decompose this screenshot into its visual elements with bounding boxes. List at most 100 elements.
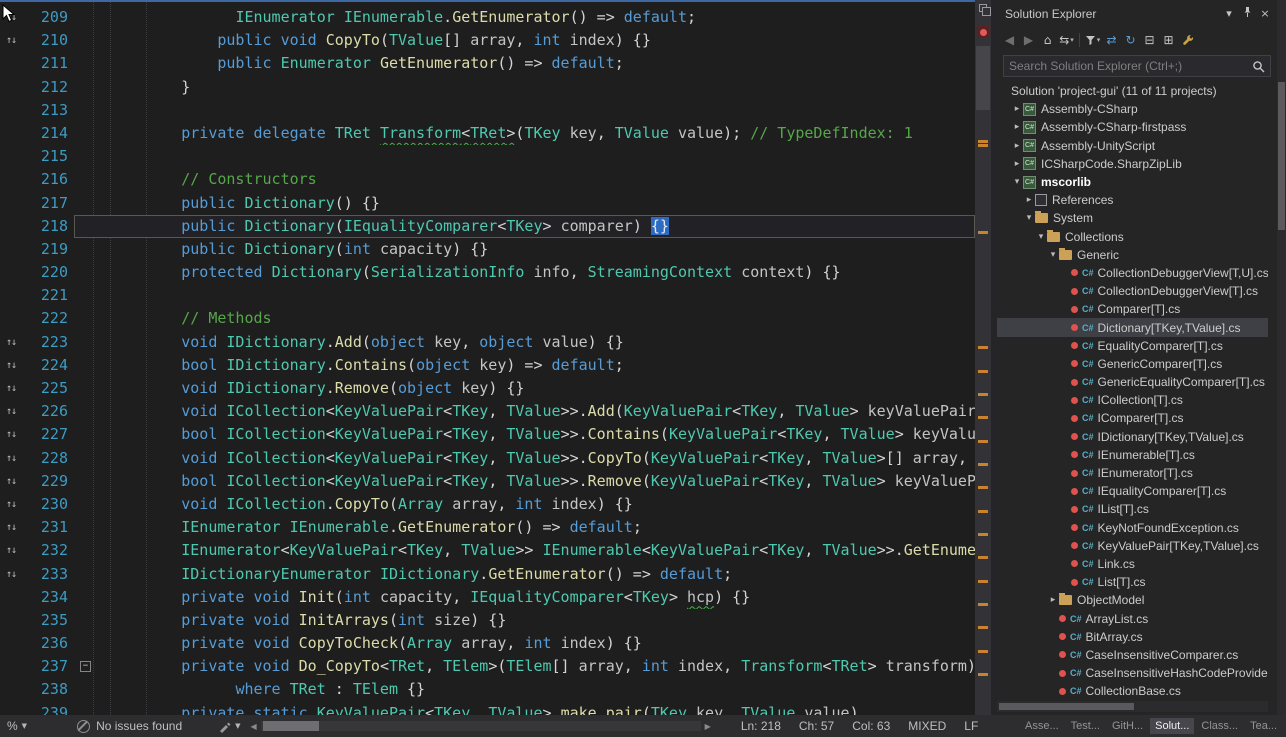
search-box[interactable]: Search Solution Explorer (Ctrl+;) [1003, 55, 1271, 77]
hscroll-left-arrow[interactable]: ◀ [251, 722, 257, 731]
line-number[interactable]: 229 [22, 470, 74, 493]
line-number[interactable]: 239 [22, 702, 74, 715]
panel-tab-solut[interactable]: Solut... [1150, 718, 1194, 734]
code-editor[interactable]: ↑↓209 IEnumerator IEnumerable.GetEnumera… [0, 0, 975, 715]
tree-item[interactable]: ▸ObjectModel [997, 591, 1268, 609]
tree-item[interactable]: C#IEnumerator[T].cs [997, 464, 1268, 482]
tree-item[interactable]: C#CollectionBase.cs [997, 682, 1268, 700]
line-number[interactable]: 231 [22, 516, 74, 539]
panel-tab-gith[interactable]: GitH... [1107, 718, 1148, 734]
code-line[interactable]: ↑↓225 void IDictionary.Remove(object key… [0, 377, 975, 400]
line-number[interactable]: 224 [22, 354, 74, 377]
line-number[interactable]: 227 [22, 423, 74, 446]
char-indicator[interactable]: Ch: 57 [799, 719, 834, 733]
properties-button-icon[interactable] [1178, 30, 1197, 50]
panel-tab-asse[interactable]: Asse... [1020, 718, 1064, 734]
code-line[interactable]: 236 private void CopyToCheck(Array array… [0, 632, 975, 655]
line-indicator[interactable]: Ln: 218 [741, 719, 781, 733]
tree-item[interactable]: C#EqualityComparer[T].cs [997, 337, 1268, 355]
panel-tab-class[interactable]: Class... [1196, 718, 1243, 734]
code-line[interactable]: 221 [0, 284, 975, 307]
panel-tab-tea[interactable]: Tea... [1245, 718, 1282, 734]
line-number[interactable]: 226 [22, 400, 74, 423]
code-line[interactable]: 220 protected Dictionary(SerializationIn… [0, 261, 975, 284]
code-line[interactable]: ↑↓230 void ICollection.CopyTo(Array arra… [0, 493, 975, 516]
hscroll-thumb[interactable] [263, 721, 319, 731]
se-scrollbar-vertical-thumb[interactable] [1278, 82, 1285, 230]
implements-interface-glyph-icon[interactable]: ↑↓ [0, 563, 22, 586]
code-line[interactable]: ↑↓232 IEnumerator<KeyValuePair<TKey, TVa… [0, 539, 975, 562]
implements-interface-glyph-icon[interactable]: ↑↓ [0, 331, 22, 354]
tree-item[interactable]: C#GenericEqualityComparer[T].cs [997, 373, 1268, 391]
collapse-all-button-icon[interactable]: ⊟ [1140, 30, 1159, 50]
tree-item[interactable]: C#CaseInsensitiveHashCodeProvider.cs [997, 664, 1268, 682]
fold-margin[interactable]: − [74, 655, 100, 678]
implements-interface-glyph-icon[interactable]: ↑↓ [0, 516, 22, 539]
code-line[interactable]: 213 [0, 99, 975, 122]
code-line[interactable]: 217 public Dictionary() {} [0, 192, 975, 215]
editor-scrollbar-thumb[interactable] [976, 46, 990, 110]
sync-with-active-document-button-icon[interactable]: ⇄ [1102, 30, 1121, 50]
code-line[interactable]: ↑↓231 IEnumerator IEnumerable.GetEnumera… [0, 516, 975, 539]
tree-item[interactable]: ▾System [997, 209, 1268, 227]
tree-item[interactable]: C#Link.cs [997, 555, 1268, 573]
hscroll-right-arrow[interactable]: ▶ [705, 722, 711, 731]
tree-item[interactable]: ▸C#Assembly-UnityScript [997, 137, 1268, 155]
line-number[interactable]: 209 [22, 6, 74, 29]
code-line[interactable]: 219 public Dictionary(int capacity) {} [0, 238, 975, 261]
encoding-indicator[interactable]: MIXED [908, 719, 946, 733]
line-number[interactable]: 213 [22, 99, 74, 122]
tree-item[interactable]: C#List[T].cs [997, 573, 1268, 591]
code-line[interactable]: ↑↓224 bool IDictionary.Contains(object k… [0, 354, 975, 377]
fold-collapse-button[interactable]: − [80, 661, 91, 672]
tree-item[interactable]: Solution 'project-gui' (11 of 11 project… [997, 82, 1268, 100]
nav-back-button-icon[interactable]: ◀ [1000, 30, 1019, 50]
tree-item[interactable]: ▸C#Assembly-CSharp [997, 100, 1268, 118]
code-line[interactable]: ↑↓210 public void CopyTo(TValue[] array,… [0, 29, 975, 52]
line-number[interactable]: 235 [22, 609, 74, 632]
tree-item[interactable]: C#IList[T].cs [997, 500, 1268, 518]
line-number[interactable]: 222 [22, 307, 74, 330]
expanded-arrow-icon[interactable]: ▾ [1011, 177, 1023, 187]
no-issues-icon[interactable] [77, 720, 90, 733]
tree-item[interactable]: C#Dictionary[TKey,TValue].cs [997, 318, 1268, 336]
line-number[interactable]: 216 [22, 168, 74, 191]
hscroll-track[interactable] [261, 721, 701, 731]
line-number[interactable]: 225 [22, 377, 74, 400]
tree-item[interactable]: C#IEqualityComparer[T].cs [997, 482, 1268, 500]
code-line[interactable]: 238 where TRet : TElem {} [0, 678, 975, 701]
column-indicator[interactable]: Col: 63 [852, 719, 890, 733]
line-number[interactable]: 217 [22, 192, 74, 215]
line-number[interactable]: 232 [22, 539, 74, 562]
code-line[interactable]: 214 private delegate TRet Transform<TRet… [0, 122, 975, 145]
line-number[interactable]: 223 [22, 331, 74, 354]
collapsed-arrow-icon[interactable]: ▸ [1011, 122, 1023, 132]
implements-interface-glyph-icon[interactable]: ↑↓ [0, 29, 22, 52]
implements-interface-glyph-icon[interactable]: ↑↓ [0, 539, 22, 562]
code-line[interactable]: 211 public Enumerator GetEnumerator() =>… [0, 52, 975, 75]
code-line[interactable]: 216 // Constructors [0, 168, 975, 191]
tree-item[interactable]: C#KeyValuePair[TKey,TValue].cs [997, 537, 1268, 555]
eol-indicator[interactable]: LF [964, 719, 978, 733]
implements-interface-glyph-icon[interactable]: ↑↓ [0, 400, 22, 423]
home-button-icon[interactable]: ⌂ [1038, 30, 1057, 50]
code-line[interactable]: 235 private void InitArrays(int size) {} [0, 609, 975, 632]
tree-item[interactable]: ▸References [997, 191, 1268, 209]
code-line[interactable]: ↑↓233 IDictionaryEnumerator IDictionary.… [0, 563, 975, 586]
tree-item[interactable]: C#IEnumerable[T].cs [997, 446, 1268, 464]
tree-item[interactable]: C#GenericComparer[T].cs [997, 355, 1268, 373]
code-line[interactable]: ↑↓227 bool ICollection<KeyValuePair<TKey… [0, 423, 975, 446]
line-number[interactable]: 218 [22, 215, 74, 238]
tree-item[interactable]: ▸C#Assembly-CSharp-firstpass [997, 118, 1268, 136]
implements-interface-glyph-icon[interactable]: ↑↓ [0, 423, 22, 446]
collapsed-arrow-icon[interactable]: ▸ [1011, 141, 1023, 151]
se-scrollbar-horizontal[interactable] [997, 701, 1268, 712]
tree-item[interactable]: C#IComparer[T].cs [997, 409, 1268, 427]
split-editor-grip-icon[interactable] [979, 4, 987, 12]
tree-item[interactable]: C#CaseInsensitiveComparer.cs [997, 646, 1268, 664]
tree-item[interactable]: C#IDictionary[TKey,TValue].cs [997, 428, 1268, 446]
tree-item[interactable]: ▸C#ICSharpCode.SharpZipLib [997, 155, 1268, 173]
line-number[interactable]: 228 [22, 447, 74, 470]
expanded-arrow-icon[interactable]: ▾ [1035, 232, 1047, 242]
expanded-arrow-icon[interactable]: ▾ [1023, 213, 1035, 223]
